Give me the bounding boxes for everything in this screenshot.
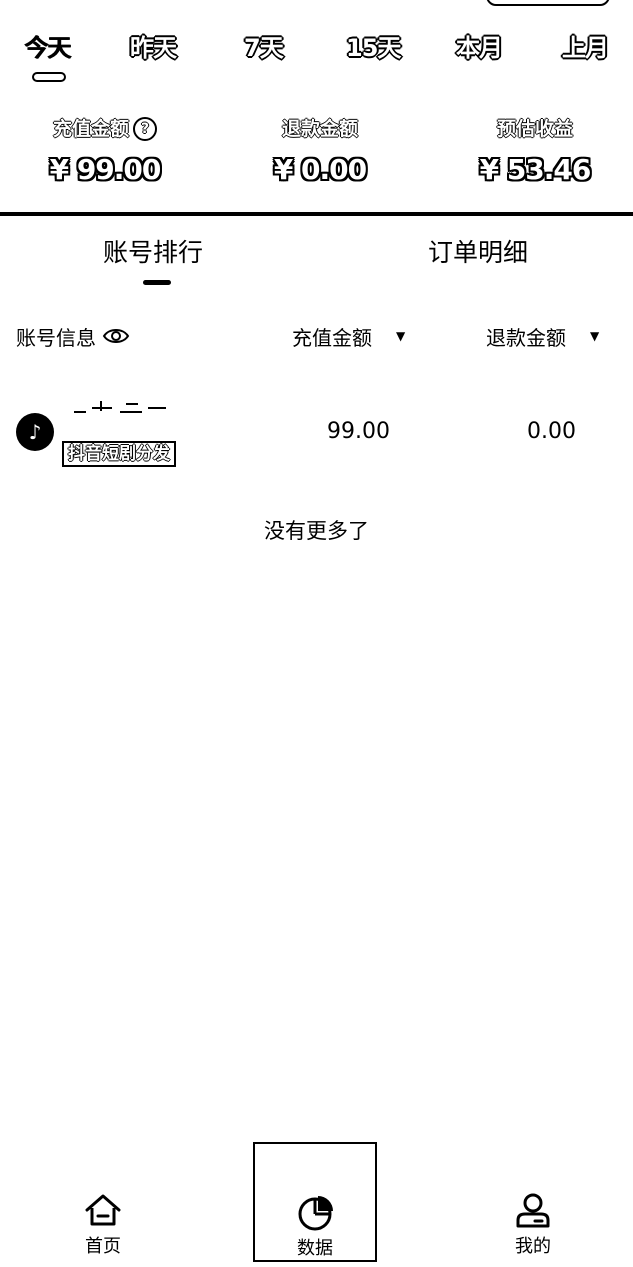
nav-mine-label: 我的 — [515, 1236, 551, 1257]
stat-refund-label: 退款金额 — [281, 118, 358, 140]
section-tab-indicator — [143, 280, 171, 285]
period-tab-yesterday[interactable]: 昨天 — [130, 28, 177, 68]
row-recharge-value: 99.00 — [327, 419, 390, 444]
stat-refund-value: ¥ 0.00 — [273, 153, 367, 186]
header-refund[interactable]: 退款金额 ▼ — [486, 320, 599, 352]
eye-icon[interactable] — [102, 327, 130, 345]
stat-income: 预估收益 ¥ 53.46 — [460, 115, 610, 186]
table-row[interactable]: ♪ 抖音短剧分发 99.00 0.00 — [0, 395, 633, 475]
account-tag-badge: 抖音短剧分发 — [62, 441, 176, 467]
stat-recharge-label: 充值金额 — [52, 118, 129, 140]
tab-account-ranking[interactable]: 账号排行 — [103, 233, 203, 269]
no-more-text: 没有更多了 — [264, 519, 369, 543]
nav-data-label: 数据 — [297, 1238, 333, 1259]
period-tab-today[interactable]: 今天 — [24, 28, 71, 68]
row-refund-value: 0.00 — [527, 419, 576, 444]
nav-home[interactable]: 首页 — [60, 1142, 146, 1262]
header-account-label: 账号信息 — [16, 325, 96, 350]
summary-stats: 充值金额 ? ¥ 99.00 退款金额 ¥ 0.00 预估收益 ¥ 53.46 — [0, 115, 633, 195]
period-tabs: 今天 昨天 7天 15天 本月 上月 — [0, 28, 633, 68]
period-tab-last-month[interactable]: 上月 — [562, 28, 609, 68]
header-refund-label: 退款金额 — [486, 325, 566, 350]
period-tab-7days[interactable]: 7天 — [244, 28, 284, 68]
caret-down-icon: ▼ — [590, 329, 600, 343]
header-recharge[interactable]: 充值金额 ▼ — [292, 320, 405, 352]
header-recharge-label: 充值金额 — [292, 325, 372, 350]
stat-recharge-value: ¥ 99.00 — [49, 153, 162, 186]
caret-down-icon: ▼ — [396, 329, 406, 343]
tiktok-icon: ♪ — [16, 413, 54, 451]
period-tab-15days[interactable]: 15天 — [346, 28, 401, 68]
nav-mine[interactable]: 我的 — [490, 1142, 576, 1262]
home-icon — [85, 1194, 121, 1226]
stat-income-value: ¥ 53.46 — [479, 153, 592, 186]
nav-home-label: 首页 — [85, 1236, 121, 1257]
nav-data[interactable]: 数据 — [253, 1142, 377, 1262]
period-tab-this-month[interactable]: 本月 — [456, 28, 503, 68]
bottom-nav: 首页 数据 我的 — [0, 1142, 633, 1267]
account-name-redacted — [70, 397, 180, 419]
section-divider — [0, 212, 633, 216]
table-header: 账号信息 充值金额 ▼ 退款金额 ▼ — [0, 320, 633, 352]
header-account[interactable]: 账号信息 — [16, 320, 130, 352]
stat-recharge: 充值金额 ? ¥ 99.00 — [30, 115, 180, 186]
user-icon — [516, 1193, 550, 1228]
stat-income-label: 预估收益 — [496, 118, 573, 140]
top-pill — [486, 0, 610, 6]
period-tab-indicator — [32, 72, 66, 82]
question-circle-icon[interactable]: ? — [133, 117, 157, 141]
pie-chart-icon — [298, 1196, 333, 1231]
tab-order-details[interactable]: 订单明细 — [428, 233, 528, 269]
stat-refund: 退款金额 ¥ 0.00 — [245, 115, 395, 186]
